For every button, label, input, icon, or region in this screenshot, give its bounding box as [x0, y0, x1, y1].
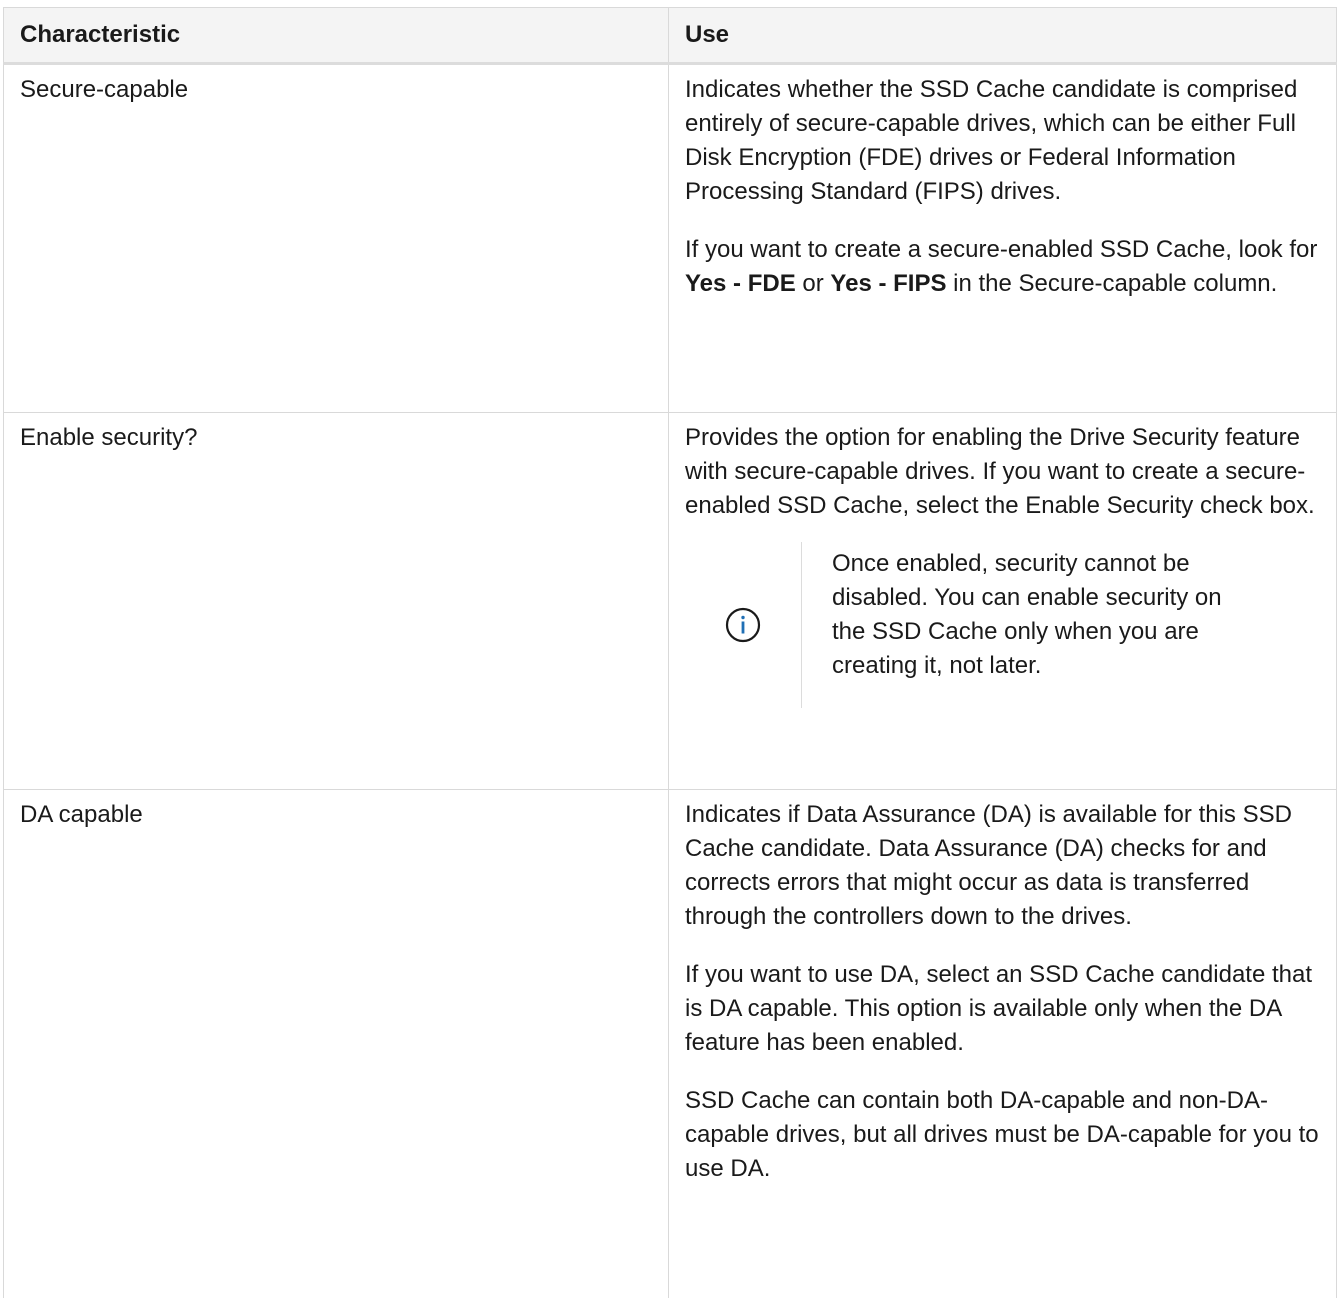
use-cell: Provides the option for enabling the Dri… [668, 412, 1337, 790]
characteristic-label: DA capable [20, 801, 143, 828]
use-cell: Indicates whether the SSD Cache candidat… [668, 63, 1337, 413]
characteristic-cell: DA capable [3, 789, 669, 1298]
characteristic-cell: Enable security? [3, 412, 669, 790]
use-cell: Indicates if Data Assurance (DA) is avai… [669, 790, 1337, 1299]
table-row: Secure-capable Indicates whether the SSD… [3, 63, 1337, 413]
table-row: DA capable Indicates if Data Assurance (… [3, 789, 1337, 1299]
table-row: Enable security? Provides the option for… [3, 412, 1337, 790]
use-paragraph: If you want to create a secure-enabled S… [685, 233, 1326, 301]
note-text: Once enabled, security cannot be disable… [832, 550, 1222, 679]
characteristic-cell: Secure-capable [3, 63, 669, 413]
characteristic-label: Enable security? [20, 424, 198, 451]
use-paragraph: Indicates if Data Assurance (DA) is avai… [685, 801, 1292, 930]
text-run: or [795, 270, 831, 297]
characteristic-label: Secure-capable [20, 76, 189, 103]
info-icon [725, 607, 761, 643]
note-icon-column [685, 542, 802, 708]
table-header-row: Characteristic Use [3, 7, 1337, 65]
characteristics-table: Characteristic Use Secure-capable Indica… [3, 7, 1337, 1298]
text-run: in the Secure-capable column. [946, 270, 1278, 297]
use-paragraph: Provides the option for enabling the Dri… [685, 424, 1315, 519]
bold-term: Yes - FIPS [830, 270, 947, 297]
use-paragraph: SSD Cache can contain both DA-capable an… [685, 1087, 1319, 1182]
use-paragraph: If you want to use DA, select an SSD Cac… [685, 961, 1313, 1056]
column-header-characteristic: Characteristic [3, 7, 669, 65]
use-paragraph: Indicates whether the SSD Cache candidat… [685, 76, 1298, 205]
column-header-use: Use [668, 7, 1337, 65]
text-run: If you want to create a secure-enabled S… [685, 236, 1318, 263]
bold-term: Yes - FDE [685, 270, 796, 297]
note-callout: Once enabled, security cannot be disable… [685, 542, 1326, 708]
